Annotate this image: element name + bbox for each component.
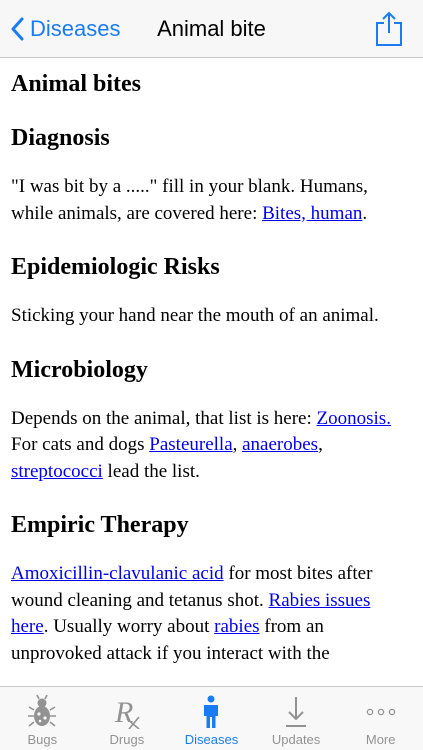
link-pasteurella[interactable]: Pasteurella (149, 434, 232, 455)
microbiology-text: For cats and dogs (11, 434, 150, 455)
tab-updates[interactable]: Updates (254, 687, 339, 750)
microbiology-text: lead the list. (102, 460, 200, 482)
diagnosis-text-end: . (362, 202, 368, 224)
section-heading-microbiology: Microbiology (11, 356, 148, 383)
link-bites-human[interactable]: Bites, human (262, 203, 362, 224)
page-title-text: Animal bite (157, 16, 266, 41)
svg-text:R: R (114, 696, 133, 729)
section-heading-diagnosis: Diagnosis (11, 125, 110, 151)
person-icon (204, 695, 219, 728)
share-icon (376, 11, 402, 46)
share-button[interactable] (375, 11, 403, 47)
article-heading: Animal bites (11, 71, 142, 97)
section-text-diagnosis: "I was bit by a ....." fill in your blan… (11, 174, 411, 227)
tab-drugs-label: Drugs (109, 732, 145, 747)
download-icon (286, 697, 307, 727)
empiric-text: . Usually worry about (43, 616, 215, 637)
link-anaerobes[interactable]: anaerobes (242, 434, 318, 455)
article-content: Animal bites Diagnosis "I was bit by a .… (11, 58, 411, 667)
bug-icon (28, 695, 57, 727)
microbiology-text: , (232, 434, 243, 455)
tab-updates-label: Updates (271, 732, 321, 747)
tab-diseases[interactable]: Diseases (169, 687, 254, 750)
tab-bar: Bugs R Drugs Diseases Updates More (0, 686, 423, 750)
link-zoonosis[interactable]: Zoonosis. (317, 408, 391, 429)
microbiology-text: , (318, 434, 323, 455)
tab-more[interactable]: More (338, 687, 423, 750)
link-streptococci[interactable]: streptococci (11, 461, 103, 482)
tab-drugs[interactable]: R Drugs (85, 687, 170, 750)
rx-icon: R (114, 696, 140, 729)
section-text-microbiology: Depends on the animal, that list is here… (11, 406, 411, 486)
section-text-epidemiologic: Sticking your hand near the mouth of an … (11, 305, 379, 326)
page-title: Animal bite (0, 16, 423, 42)
section-heading-empiric-therapy: Empiric Therapy (11, 512, 189, 538)
link-amoxicillin-clavulanic-acid[interactable]: Amoxicillin-clavulanic acid (11, 563, 224, 584)
microbiology-text: Depends on the animal, that list is here… (11, 407, 317, 429)
tab-diseases-label: Diseases (184, 732, 239, 747)
more-icon (366, 708, 395, 716)
section-heading-epidemiologic: Epidemiologic Risks (11, 254, 220, 280)
section-text-empiric-therapy: Amoxicillin-clavulanic acid for most bit… (11, 561, 411, 667)
link-rabies[interactable]: rabies (214, 616, 259, 637)
navigation-bar: Diseases Animal bite (0, 0, 423, 58)
tab-bugs[interactable]: Bugs (0, 687, 85, 750)
tab-bugs-label: Bugs (27, 732, 58, 747)
tab-more-label: More (365, 732, 396, 747)
